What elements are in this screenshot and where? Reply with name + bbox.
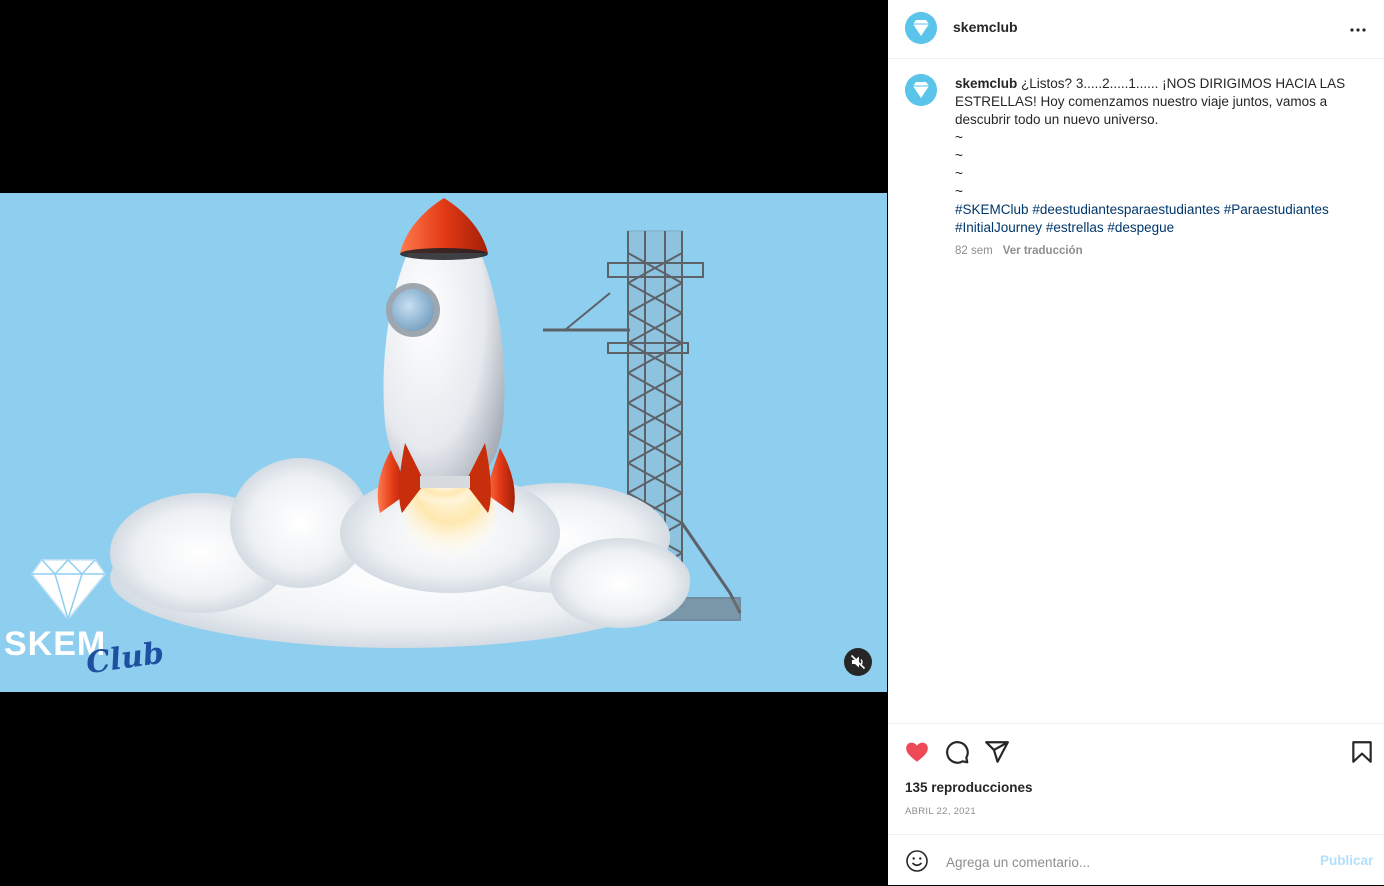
mute-toggle-button[interactable] <box>844 648 872 676</box>
caption-line: ~ <box>955 166 963 181</box>
hashtag-link[interactable]: #deestudiantesparaestudiantes <box>1032 202 1220 217</box>
rocket <box>377 198 515 513</box>
caption-meta: 82 sem Ver traducción <box>955 245 1083 257</box>
comment-icon <box>946 741 969 764</box>
hashtag-line: #InitialJourney #estrellas #despegue <box>955 219 1365 237</box>
caption-line: skemclub ¿Listos? 3.....2.....1...... ¡N… <box>955 75 1365 93</box>
caption-username[interactable]: skemclub <box>955 76 1017 91</box>
avatar[interactable] <box>905 74 937 106</box>
heart-filled-icon <box>906 742 928 762</box>
publish-button[interactable]: Publicar <box>1320 853 1373 868</box>
post-age[interactable]: 82 sem <box>955 245 993 257</box>
media-area: SKEM Club <box>0 0 888 885</box>
caption-text: ¿Listos? 3.....2.....1...... ¡NOS DIRIGI… <box>1021 76 1346 91</box>
comment-button[interactable] <box>944 739 970 765</box>
hashtag-link[interactable]: #SKEMClub <box>955 202 1029 217</box>
like-button[interactable] <box>904 739 930 765</box>
save-button[interactable] <box>1349 739 1375 765</box>
emoji-icon <box>906 850 928 872</box>
hashtag-link[interactable]: #estrellas <box>1046 220 1104 235</box>
paper-plane-icon <box>985 741 1009 763</box>
hashtag-link[interactable]: #despegue <box>1107 220 1174 235</box>
caption-line: ESTRELLAS! Hoy comenzamos nuestro viaje … <box>955 94 1328 109</box>
share-button[interactable] <box>984 739 1010 765</box>
avatar[interactable] <box>905 12 937 44</box>
emoji-button[interactable] <box>905 849 929 873</box>
caption-line: ~ <box>955 184 963 199</box>
diamond-logo-icon <box>905 74 937 106</box>
comment-input[interactable] <box>944 850 1308 874</box>
hashtag-link[interactable]: #InitialJourney <box>955 220 1042 235</box>
comment-bar: Publicar <box>888 834 1384 886</box>
more-options-button[interactable] <box>1346 18 1370 42</box>
caption-line: descubrir todo un nuevo universo. <box>955 112 1159 127</box>
caption-line: ~ <box>955 130 963 145</box>
caption-line: ~ <box>955 148 963 163</box>
view-count[interactable]: 135 reproducciones <box>905 780 1033 795</box>
skem-club-logo <box>31 558 106 622</box>
hashtag-line: #SKEMClub #deestudiantesparaestudiantes … <box>955 201 1365 219</box>
translate-link[interactable]: Ver traducción <box>1003 245 1083 257</box>
rocket-launch-scene <box>31 198 742 648</box>
post-panel: skemclub skemclub ¿Listos? 3.....2.....1… <box>888 0 1384 885</box>
more-horizontal-icon <box>1350 28 1366 32</box>
post-date[interactable]: ABRIL 22, 2021 <box>905 806 976 817</box>
hashtag-link[interactable]: #Paraestudiantes <box>1224 202 1329 217</box>
post-caption: skemclub ¿Listos? 3.....2.....1...... ¡N… <box>955 75 1365 237</box>
bookmark-icon <box>1352 741 1372 763</box>
diamond-logo-icon <box>905 12 937 44</box>
header-username[interactable]: skemclub <box>953 19 1018 35</box>
caption-area: skemclub ¿Listos? 3.....2.....1...... ¡N… <box>888 59 1384 723</box>
video-player[interactable]: SKEM Club <box>0 193 887 692</box>
post-header: skemclub <box>888 0 1384 59</box>
speaker-muted-icon <box>850 654 866 670</box>
action-bar: 135 reproducciones ABRIL 22, 2021 <box>888 723 1384 835</box>
